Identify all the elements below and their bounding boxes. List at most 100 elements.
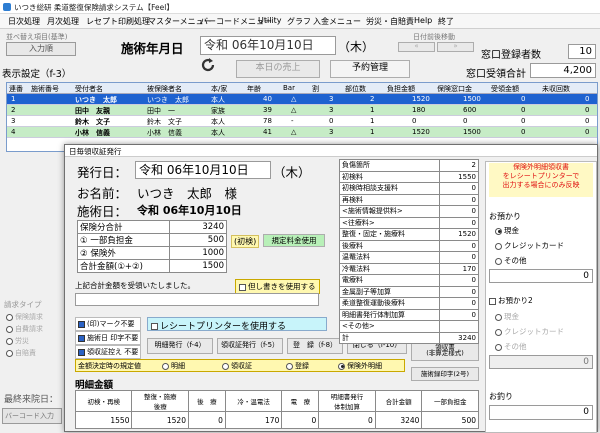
today-sales-button[interactable]: 本日の売上 xyxy=(236,60,320,78)
menu-utility[interactable]: Utility xyxy=(258,16,282,25)
treatment-print-button[interactable]: 施術録印字(2号) xyxy=(411,367,479,381)
menu-daily[interactable]: 日次処理 xyxy=(8,16,40,27)
detail-issue-button[interactable]: 明細発行（f-4） xyxy=(147,338,213,354)
deposit2-checkbox[interactable]: お預かり2 xyxy=(489,295,533,306)
menu-help[interactable]: Help xyxy=(414,16,432,25)
cell: △ xyxy=(291,95,297,103)
register-button[interactable]: 登 録（f-8） xyxy=(287,338,343,354)
radio-receipt[interactable]: 領収証 xyxy=(222,361,252,371)
summary-label: 保険分合計 xyxy=(77,220,170,234)
cell: 3 xyxy=(329,95,334,103)
menu-exit[interactable]: 終了 xyxy=(438,16,454,27)
cell: 本人 xyxy=(211,129,225,137)
col-recv: 受領金額 xyxy=(491,85,519,93)
cell: 1520 xyxy=(412,128,430,136)
window-title: いつき総研 柔道整復保険請求システム【Feel】 xyxy=(14,3,174,12)
menu-receipt-print[interactable]: レセプト印刷処理 xyxy=(86,16,150,27)
cell: 4 xyxy=(11,128,16,136)
fee-label: 初検料 xyxy=(339,170,440,183)
menu-payment[interactable]: 入金メニュー xyxy=(313,16,361,27)
col-name: 受付者名 xyxy=(75,85,103,93)
summary-label: 合計金額(①+②) xyxy=(77,259,170,273)
grid-header: 連番 施術番号 受付者名 被保険者名 本/家 年齢 Bar 割 部位数 負担金額… xyxy=(7,83,597,94)
cell: 0 xyxy=(521,117,526,125)
detail-header: 合計金額 xyxy=(374,390,423,412)
copy-unneeded-checkbox[interactable]: 領収証控え 不要 xyxy=(75,345,141,359)
radio-detail[interactable]: 明細 xyxy=(162,361,185,371)
proviso-select[interactable] xyxy=(75,293,319,306)
cell: 180 xyxy=(412,106,426,114)
deposit2-other-radio[interactable]: その他 xyxy=(495,341,527,352)
counter-label: 窓口登録者数 xyxy=(481,50,541,61)
detail-value: 3240 xyxy=(374,411,423,429)
fee-value: 0 xyxy=(439,205,479,218)
sort-select[interactable]: 入力順 xyxy=(6,42,76,56)
change-label: お釣り xyxy=(489,392,513,401)
fee-label: <その他> xyxy=(339,320,440,333)
fee-label: 再検料 xyxy=(339,193,440,206)
detail-value: 1520 xyxy=(131,411,189,429)
reception-option[interactable]: 保険請求 xyxy=(6,312,43,322)
cell: 田中 一 xyxy=(147,107,175,115)
date-label: 施術年月日 xyxy=(121,41,184,56)
detail-table: 初検・再検 整復・施療 後療 後 療 冷・温電法 電 療 明細書発行 体制加算 … xyxy=(74,390,479,429)
mark-unneeded-checkbox[interactable]: (印)マーク不要 xyxy=(75,317,141,331)
window-total-label: 窓口受領合計 xyxy=(466,69,526,80)
col-wari: 割 xyxy=(312,85,319,93)
menu-rousai[interactable]: 労災・自賠責 xyxy=(366,16,414,27)
cell: 3 xyxy=(329,106,334,114)
deposit-credit-radio[interactable]: クレジットカード xyxy=(495,240,564,251)
detail-header: 明細書発行 体制加算 xyxy=(318,390,376,412)
proviso-checkbox[interactable]: 但し書きを使用する xyxy=(235,279,320,294)
reception-type-label: 請求タイプ xyxy=(4,300,42,309)
receipt-printer-checkbox[interactable]: レシートプリンターを使用する xyxy=(147,317,327,332)
reception-option[interactable]: 自費請求 xyxy=(6,324,43,334)
barcode-input[interactable]: バーコード入力 xyxy=(2,408,62,424)
date-print-unneeded-checkbox[interactable]: 施術日 印字不要 xyxy=(75,331,141,345)
table-row[interactable]: 2 田中 友親 田中 一 家族 39 △ 3 1 180 600 0 0 xyxy=(7,105,597,116)
fee-value: 0 xyxy=(439,297,479,310)
fee-label: 電療料 xyxy=(339,274,440,287)
cell: 1500 xyxy=(463,128,481,136)
deposit-other-radio[interactable]: その他 xyxy=(495,255,527,266)
fee-label: 金属副子等加算 xyxy=(339,285,440,298)
cell: 小林 信義 xyxy=(147,129,182,137)
menu-monthly[interactable]: 月次処理 xyxy=(47,16,79,27)
cell: △ xyxy=(291,128,297,136)
deposit2-credit-radio[interactable]: クレジットカード xyxy=(495,326,564,337)
receipt-issue-button[interactable]: 領収証発行（f-5） xyxy=(217,338,283,354)
table-row[interactable]: 1 いつき 太郎 いつき 太郎 本人 40 △ 3 2 1520 1500 0 … xyxy=(7,94,597,105)
deposit-input[interactable]: 0 xyxy=(489,269,593,283)
detail-value: 170 xyxy=(224,411,283,429)
cell: 0 xyxy=(412,117,417,125)
fee-value: 0 xyxy=(439,274,479,287)
prev-day-button[interactable]: « xyxy=(398,42,435,52)
detail-header: 電 療 xyxy=(281,390,320,412)
reservation-button[interactable]: 予約管理 xyxy=(330,60,410,78)
dialog-title: 日毎領収証発行 xyxy=(69,147,122,156)
menu-graph[interactable]: グラフ xyxy=(287,16,311,27)
issue-date-field[interactable]: 令和 06年10月10日 xyxy=(135,161,271,179)
radio-non-insurance[interactable]: 保険外明細 xyxy=(338,361,382,371)
cell: 1 xyxy=(11,95,16,103)
fee-value: 0 xyxy=(439,251,479,264)
cell: 2 xyxy=(370,95,375,103)
summary-value: 1000 xyxy=(169,246,227,260)
next-day-button[interactable]: » xyxy=(437,42,474,52)
display-setting[interactable]: 表示設定（f-3） xyxy=(2,66,71,80)
summary-label: ① 一部負担金 xyxy=(77,233,170,247)
deposit2-cash-radio[interactable]: 現金 xyxy=(495,311,519,322)
deposit-cash-radio[interactable]: 現金 xyxy=(495,225,519,236)
standard-fee-button[interactable]: 規定料金使用 xyxy=(263,234,325,247)
reception-option[interactable]: 労災 xyxy=(6,336,29,346)
window-total-value: 4,200 xyxy=(530,63,596,78)
reception-option[interactable]: 自賠責 xyxy=(6,348,36,358)
table-row[interactable]: 4 小林 信義 小林 信義 本人 41 △ 3 1 1520 1500 0 0 xyxy=(7,127,597,138)
refresh-icon[interactable] xyxy=(199,56,217,74)
table-row[interactable]: 3 鈴木 文子 鈴木 文子 本人 78 - 0 1 0 0 0 0 xyxy=(7,116,597,127)
deposit2-input[interactable]: 0 xyxy=(489,355,593,369)
date-field[interactable]: 令和 06年10月10日 xyxy=(200,36,336,55)
dialog-titlebar: 日毎領収証発行 xyxy=(65,145,597,157)
col-window: 保険窓口金 xyxy=(437,85,472,93)
radio-register[interactable]: 登録 xyxy=(286,361,309,371)
